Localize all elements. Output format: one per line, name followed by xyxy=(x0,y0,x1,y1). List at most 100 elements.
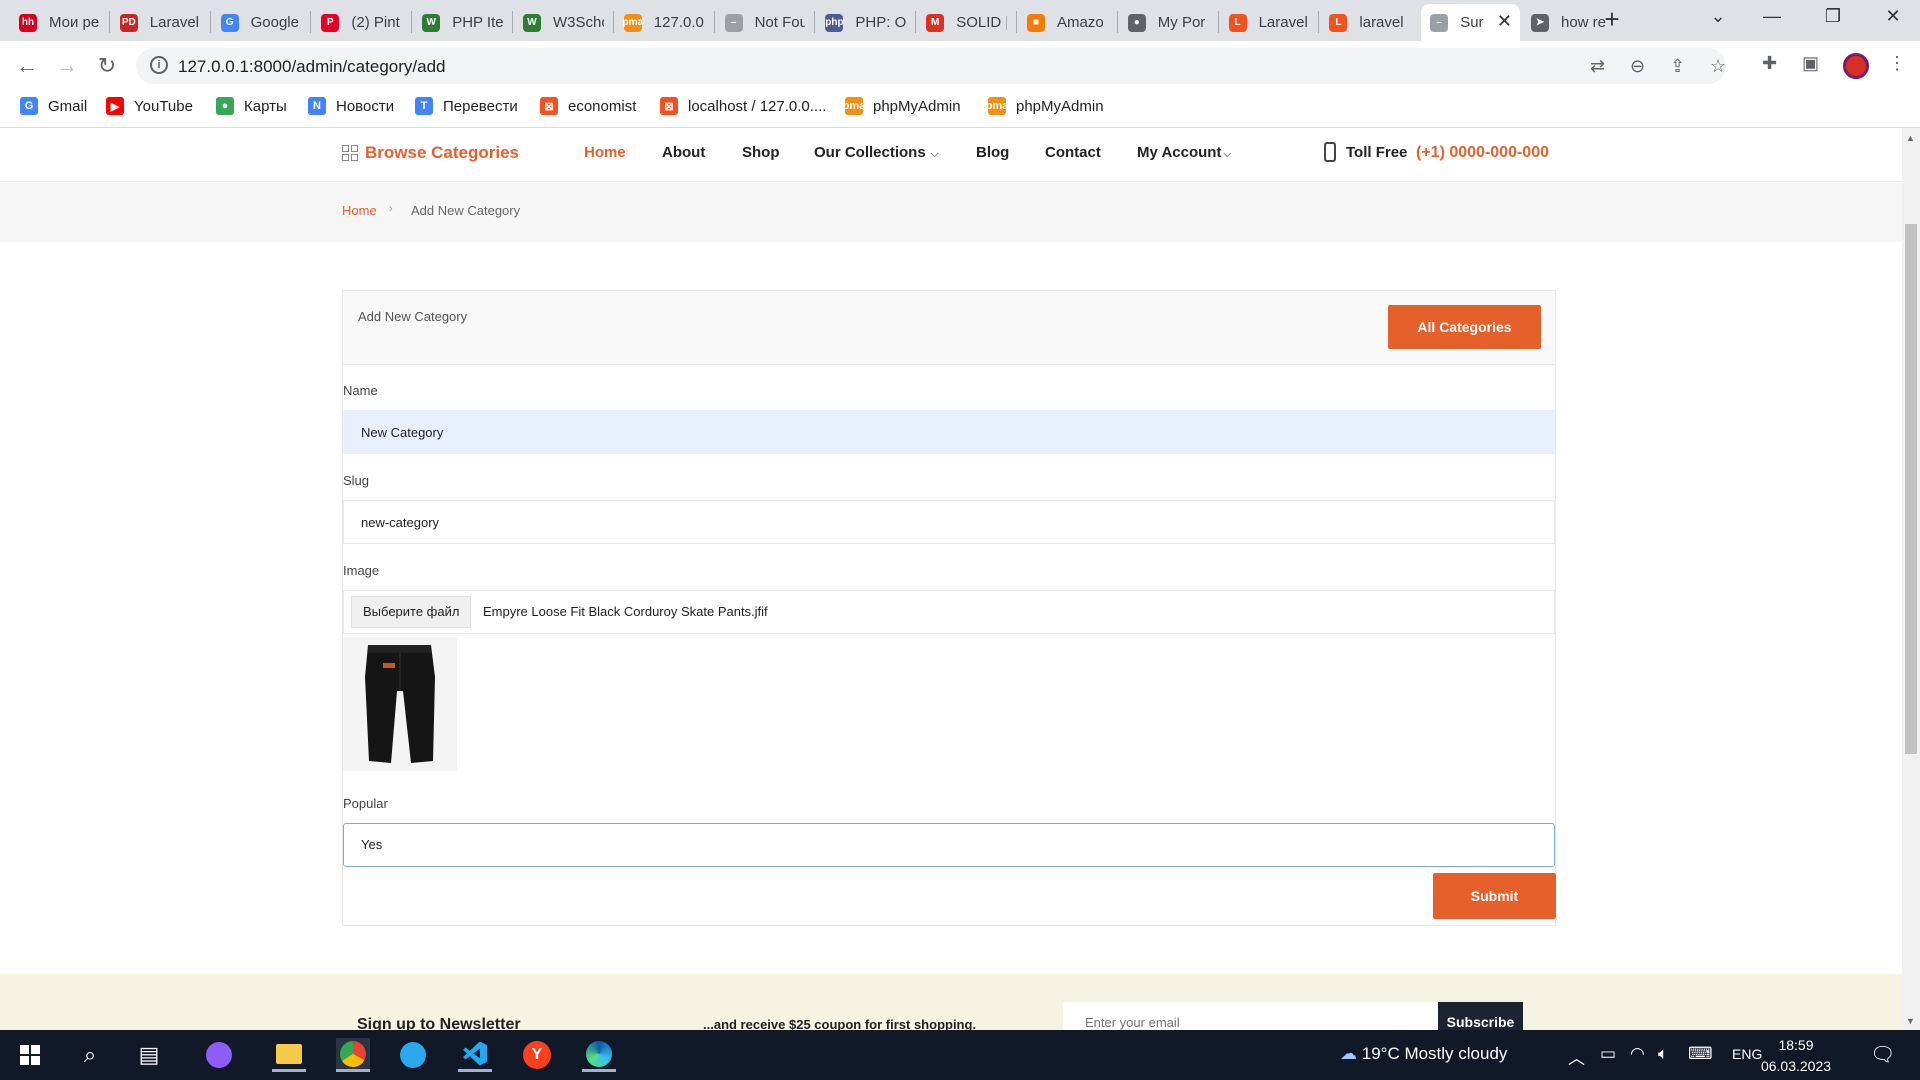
chrome-taskbar-icon[interactable] xyxy=(336,1038,370,1072)
nav-shop[interactable]: Shop xyxy=(742,144,780,161)
windows-start-icon[interactable] xyxy=(13,1038,47,1072)
vscode-icon[interactable] xyxy=(458,1038,492,1072)
name-label: Name xyxy=(343,383,378,398)
file-explorer-icon[interactable] xyxy=(272,1038,306,1072)
tab-separator xyxy=(1016,11,1017,33)
bookmark-item[interactable]: pma phpMyAdmin xyxy=(843,97,961,115)
nav-about[interactable]: About xyxy=(662,144,705,161)
breadcrumb-home[interactable]: Home xyxy=(342,203,377,218)
nav-our-collections[interactable]: Our Collections ⌵ xyxy=(814,144,938,161)
submit-button[interactable]: Submit xyxy=(1433,873,1556,919)
bookmark-favicon-icon: N xyxy=(308,97,326,115)
newsletter-email-input[interactable] xyxy=(1063,1002,1439,1030)
browser-tab[interactable]: pma 127.0.0 xyxy=(615,4,714,41)
browser-tab[interactable]: – Sur ✕ xyxy=(1421,4,1520,41)
browser-tab[interactable]: PD Laravel xyxy=(111,4,210,41)
browser-tab[interactable]: php PHP: O xyxy=(816,4,915,41)
site-info-icon[interactable]: i xyxy=(150,56,168,74)
task-view-icon[interactable]: ▤ xyxy=(132,1038,166,1072)
clock[interactable]: 18:59 06.03.2023 xyxy=(1756,1035,1836,1077)
tab-favicon-icon: G xyxy=(220,13,239,32)
browser-tab[interactable]: Llaravel xyxy=(1320,4,1419,41)
browser-tab[interactable]: L Laravel xyxy=(1220,4,1319,41)
toll-free-number[interactable]: (+1) 0000-000-000 xyxy=(1416,144,1549,162)
popular-selected-value: Yes xyxy=(361,837,383,852)
extensions-icon[interactable]: ✚ xyxy=(1762,53,1777,74)
name-input[interactable] xyxy=(343,410,1555,454)
tab-favicon-icon: – xyxy=(1430,13,1449,32)
show-hidden-icons-icon[interactable]: ︿ xyxy=(1568,1044,1585,1069)
close-window-button[interactable]: ✕ xyxy=(1878,6,1908,27)
minimize-button[interactable]: — xyxy=(1757,6,1787,27)
image-file-input[interactable]: Выберите файл Empyre Loose Fit Black Cor… xyxy=(343,590,1555,634)
zoom-icon[interactable]: ⊖ xyxy=(1630,56,1645,77)
bookmark-item[interactable]: G Gmail xyxy=(20,97,87,115)
browser-tab[interactable]: – Not Fou xyxy=(716,4,815,41)
bookmark-star-icon[interactable]: ☆ xyxy=(1710,56,1726,77)
translate-icon[interactable]: ⇄ xyxy=(1590,56,1605,77)
scrollbar-thumb[interactable] xyxy=(1905,224,1917,754)
bookmark-item[interactable]: ● Карты xyxy=(216,97,287,115)
back-button[interactable]: ← xyxy=(12,53,42,79)
nav-home[interactable]: Home xyxy=(584,144,626,161)
all-categories-button[interactable]: All Categories xyxy=(1388,305,1541,349)
wifi-icon[interactable]: ◠ xyxy=(1630,1044,1645,1064)
browser-tab[interactable]: ● My Por xyxy=(1119,4,1218,41)
bookmark-item[interactable]: ▶ YouTube xyxy=(106,97,193,115)
tab-favicon-icon: hh xyxy=(19,13,37,32)
bookmark-label: economist xyxy=(568,97,637,115)
pants-image xyxy=(365,645,435,763)
profile-avatar[interactable] xyxy=(1843,53,1869,79)
page-scrollbar[interactable]: ▲ ▼ xyxy=(1902,128,1920,1030)
choose-file-button[interactable]: Выберите файл xyxy=(351,596,472,628)
browser-tab[interactable]: W PHP Ite xyxy=(413,4,512,41)
share-icon[interactable]: ⇪ xyxy=(1670,56,1685,77)
nav-my-account[interactable]: My Account ⌵ xyxy=(1137,144,1231,161)
weather-widget[interactable]: ☁ 19°C Mostly cloudy xyxy=(1340,1044,1507,1064)
tab-title: Мои ре xyxy=(49,14,100,31)
browse-categories-link[interactable]: Browse Categories xyxy=(342,143,519,163)
nav-blog[interactable]: Blog xyxy=(976,144,1009,161)
reload-button[interactable]: ↻ xyxy=(92,53,122,79)
volume-icon[interactable]: 🔈︎ xyxy=(1658,1044,1668,1064)
scroll-down-icon[interactable]: ▼ xyxy=(1906,1016,1915,1026)
address-bar[interactable]: i 127.0.0.1:8000/admin/category/add ⇄ ⊖ … xyxy=(136,48,1726,84)
edge-icon[interactable] xyxy=(582,1038,616,1072)
tab-search-icon[interactable]: ⌄ xyxy=(1703,6,1733,27)
bookmark-item[interactable]: ⊠ economist xyxy=(540,97,636,115)
bookmark-item[interactable]: pma phpMyAdmin xyxy=(986,97,1104,115)
forward-button[interactable]: → xyxy=(52,53,82,79)
browser-tab[interactable]: hh Мои ре xyxy=(10,4,109,41)
nav-contact[interactable]: Contact xyxy=(1045,144,1101,161)
bookmark-item[interactable]: T Перевести xyxy=(415,97,518,115)
tab-title: Google xyxy=(250,14,299,31)
scroll-up-icon[interactable]: ▲ xyxy=(1906,133,1915,143)
clock-date: 06.03.2023 xyxy=(1760,1058,1832,1074)
popular-select[interactable]: Yes xyxy=(343,823,1555,867)
keyboard-icon[interactable]: ⌨ xyxy=(1688,1044,1713,1064)
close-tab-icon[interactable]: ✕ xyxy=(1497,11,1512,32)
bookmark-favicon-icon: T xyxy=(415,97,433,115)
chevron-down-icon: ⌵ xyxy=(930,149,939,160)
browser-tab[interactable]: P (2) Pint xyxy=(312,4,411,41)
telegram-icon[interactable] xyxy=(396,1038,430,1072)
tab-separator xyxy=(1318,11,1320,33)
search-icon[interactable]: ⌕ xyxy=(73,1038,107,1072)
subscribe-button[interactable]: Subscribe xyxy=(1438,1002,1523,1030)
side-panel-icon[interactable]: ▣ xyxy=(1802,53,1819,74)
restore-button[interactable]: ❐ xyxy=(1818,6,1848,27)
bookmark-item[interactable]: ⊠ localhost / 127.0.0.... xyxy=(660,97,826,115)
new-tab-button[interactable]: + xyxy=(1598,6,1626,34)
browser-tab-bar: hh Мои ре PD Laravel G Google P (2) Pint W PHP It… xyxy=(0,0,1920,41)
chrome-menu-icon[interactable]: ⋮ xyxy=(1888,53,1906,74)
yandex-browser-icon[interactable]: Y xyxy=(520,1038,554,1072)
browser-tab[interactable]: W W3Scho xyxy=(514,4,613,41)
bookmark-item[interactable]: N Новости xyxy=(308,97,394,115)
slug-input[interactable] xyxy=(343,500,1555,544)
alice-assistant-icon[interactable] xyxy=(202,1038,236,1072)
notifications-icon[interactable]: 🗨︎ xyxy=(1870,1042,1895,1067)
browser-tab[interactable]: ■ Amazo xyxy=(1018,4,1117,41)
browser-tab[interactable]: G Google xyxy=(212,4,311,41)
browser-tab[interactable]: M SOLID | xyxy=(917,4,1016,41)
battery-icon[interactable]: ▭ xyxy=(1600,1044,1616,1064)
